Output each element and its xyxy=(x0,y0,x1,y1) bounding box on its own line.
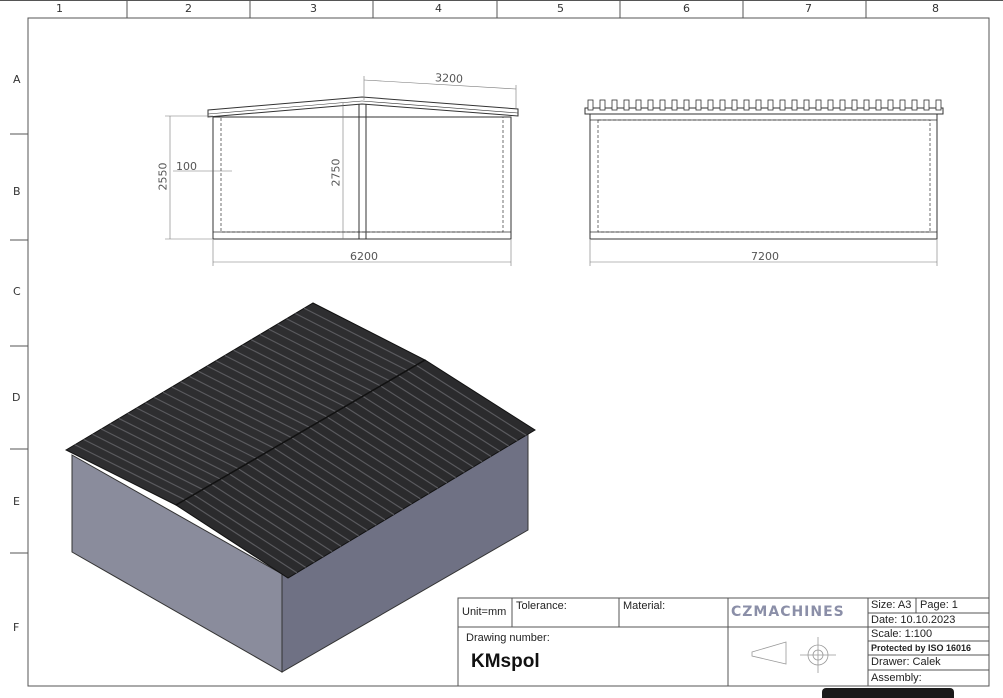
company-logo: CZMACHINES xyxy=(731,604,845,620)
roof-rib xyxy=(707,99,714,111)
roof-rib xyxy=(599,99,606,111)
row-label-d: D xyxy=(12,391,21,404)
roof-rib xyxy=(587,99,594,111)
dimension-2550: 2550 xyxy=(156,162,170,191)
roof-rib xyxy=(659,99,666,111)
roof-rib xyxy=(719,99,726,111)
roof-rib xyxy=(695,99,702,111)
roof-rib xyxy=(731,99,738,111)
roof-rib xyxy=(887,99,894,111)
column-label-5: 5 xyxy=(557,2,564,15)
roof-rib xyxy=(623,99,630,111)
assembly-label: Assembly: xyxy=(871,672,922,684)
drawing-scale: Scale: 1:100 xyxy=(871,628,933,640)
material-label: Material: xyxy=(623,600,666,612)
drawing-sheet xyxy=(0,0,1003,687)
row-label-f: F xyxy=(13,621,20,634)
roof-rib xyxy=(803,99,810,111)
drawer-name: Drawer: Calek xyxy=(871,656,941,668)
column-label-2: 2 xyxy=(185,2,192,15)
row-label-b: B xyxy=(13,185,21,198)
roof-rib xyxy=(611,99,618,111)
row-label-c: C xyxy=(13,285,21,298)
roof-rib xyxy=(767,99,774,111)
column-label-1: 1 xyxy=(56,2,63,15)
dimension-2750: 2750 xyxy=(329,158,343,187)
column-label-7: 7 xyxy=(805,2,812,15)
column-label-6: 6 xyxy=(683,2,690,15)
roof-rib xyxy=(923,99,930,111)
roof-rib xyxy=(899,99,906,111)
column-label-4: 4 xyxy=(435,2,442,15)
overlay-badge[interactable] xyxy=(822,688,954,698)
roof-rib xyxy=(647,99,654,111)
drawing-number-label: Drawing number: xyxy=(466,632,550,644)
tolerance-label: Tolerance: xyxy=(516,600,567,612)
roof-rib xyxy=(791,99,798,111)
column-label-3: 3 xyxy=(310,2,317,15)
sheet-size: Size: A3 xyxy=(871,599,912,611)
projection-symbol-icon xyxy=(751,637,836,673)
dimension-6200: 6200 xyxy=(350,250,378,263)
roof-rib xyxy=(911,99,918,111)
roof-rib xyxy=(755,99,762,111)
roof-rib xyxy=(635,99,642,111)
row-label-a: A xyxy=(13,73,21,86)
roof-rib xyxy=(815,99,822,111)
roof-rib xyxy=(683,99,690,111)
protection-notice: Protected by ISO 16016 xyxy=(871,643,972,653)
dimension-3200: 3200 xyxy=(434,71,464,86)
side-view xyxy=(584,99,944,266)
roof-rib xyxy=(827,99,834,111)
roof-rib xyxy=(935,99,942,111)
roof-rib xyxy=(863,99,870,111)
roof-rib xyxy=(671,99,678,111)
drawing-number: KMspol xyxy=(471,651,540,672)
dimension-100: 100 xyxy=(176,160,197,173)
dimension-7200: 7200 xyxy=(751,250,779,263)
roof-rib xyxy=(779,99,786,111)
page-number: Page: 1 xyxy=(920,599,958,611)
roof-rib xyxy=(875,99,882,111)
drawing-date: Date: 10.10.2023 xyxy=(871,614,956,626)
unit-label: Unit=mm xyxy=(462,606,507,618)
roof-rib xyxy=(743,99,750,111)
row-label-e: E xyxy=(13,495,20,508)
roof-rib xyxy=(839,99,846,111)
roof-rib xyxy=(851,99,858,111)
column-label-8: 8 xyxy=(932,2,939,15)
